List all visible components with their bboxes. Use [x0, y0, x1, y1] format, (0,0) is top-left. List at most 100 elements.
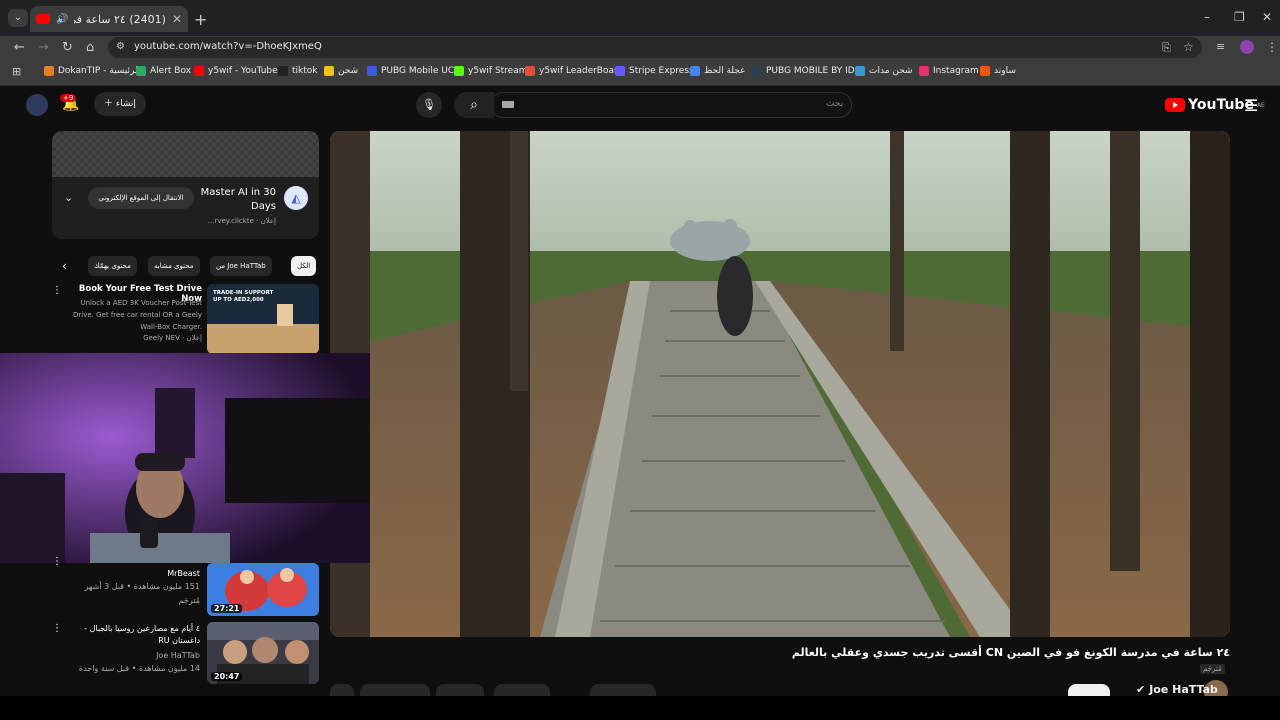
video-channel-text: Joe HaTTab — [156, 651, 200, 660]
tab-close-icon[interactable]: ✕ — [172, 12, 182, 26]
bookmark-item[interactable]: y5wif Stream — [454, 66, 528, 76]
tab-title: (2401) ٢٤ ساعة في مدرسة ال — [74, 12, 166, 26]
verified-icon: ✔ — [1136, 683, 1146, 696]
ad2-sponsor: إعلان · Geely NEV — [143, 334, 202, 342]
chip-from-channel[interactable]: من Joe HaTTab — [210, 256, 272, 276]
back-icon[interactable]: ← — [14, 40, 25, 55]
create-button[interactable]: ＋ إنشاء — [94, 92, 146, 116]
home-icon[interactable]: ⌂ — [86, 40, 94, 55]
video-thumbnail-1[interactable]: 27:21 — [207, 563, 319, 616]
bookmark-item[interactable]: شحن — [324, 66, 358, 76]
microphone-icon: 🎙 — [422, 98, 436, 111]
ad2-thumb-image — [207, 324, 319, 354]
video-title[interactable]: ٤ أيام مع مصارعين روسيا بالجبال - داغستا… — [60, 623, 200, 647]
browser-menu-icon[interactable]: ⋮ — [1266, 40, 1278, 54]
bookmark-label: Stripe Express — [629, 66, 694, 76]
bookmark-item[interactable]: y5wif LeaderBoard — [525, 66, 623, 76]
forward-icon[interactable]: → — [38, 40, 49, 55]
subtitles-badge: مُترجَم — [1200, 664, 1225, 674]
video-thumbnail-2[interactable]: 20:47 — [207, 622, 319, 684]
ad-visit-site-button[interactable]: الانتقال إلى الموقع الإلكتروني — [88, 187, 194, 209]
video-player[interactable] — [330, 131, 1230, 637]
bookmark-favicon-icon — [194, 66, 204, 76]
profile-avatar[interactable] — [1240, 40, 1254, 54]
ad-banner — [52, 131, 319, 177]
bottom-letterbox — [0, 696, 1280, 720]
bookmark-favicon-icon — [525, 66, 535, 76]
bookmark-label: شحن مدات — [869, 66, 913, 76]
search-input[interactable] — [490, 92, 852, 118]
channel-name[interactable]: ✔ Joe HaTTab — [1136, 683, 1218, 696]
site-info-icon[interactable]: ⚙ — [116, 41, 125, 52]
reload-icon[interactable]: ↻ — [62, 40, 73, 55]
search-icon: ⌕ — [470, 97, 478, 113]
bookmark-favicon-icon — [367, 66, 377, 76]
bookmark-label: Alert Box — [150, 66, 192, 76]
channel-name-text: Joe HaTTab — [1149, 683, 1218, 696]
video-channel[interactable]: MrBeast — [60, 569, 200, 578]
audio-playing-icon[interactable]: 🔊 — [56, 14, 68, 25]
media-controls-icon[interactable]: ≡ — [1216, 40, 1225, 53]
webcam-overlay — [0, 353, 370, 563]
bookmark-label: عجلة الحظ — [704, 66, 746, 76]
keyboard-icon[interactable] — [502, 101, 514, 108]
close-window-button[interactable]: ✕ — [1262, 10, 1272, 24]
chip-for-you[interactable]: محتوى يهمّك — [88, 256, 137, 276]
browser-tab-active[interactable]: 🔊 (2401) ٢٤ ساعة في مدرسة ال ✕ — [30, 6, 188, 32]
video-channel[interactable]: Joe HaTTab — [60, 651, 200, 660]
bookmark-item[interactable]: عجلة الحظ — [690, 66, 745, 76]
bookmark-item[interactable]: شحن مدات — [855, 66, 913, 76]
bookmark-item[interactable]: DokanTIP - الرئيسية — [44, 66, 140, 76]
more-options-icon[interactable]: ⋮ — [52, 556, 62, 567]
ad-logo-icon: ◭ — [284, 186, 308, 210]
video-duration: 20:47 — [211, 672, 243, 681]
bookmark-item[interactable]: PUBG MOBILE BY ID... — [752, 66, 863, 76]
tab-list-button[interactable]: ⌄ — [8, 9, 28, 27]
video-duration: 27:21 — [211, 604, 243, 613]
account-avatar[interactable] — [26, 94, 48, 116]
bookmark-label: tiktok — [292, 66, 318, 76]
bookmark-star-icon[interactable]: ☆ — [1183, 40, 1194, 54]
bookmark-label: ساوند — [994, 66, 1016, 76]
youtube-play-icon — [1165, 98, 1185, 112]
ad2-thumb-tower — [277, 304, 293, 326]
bookmark-item[interactable]: ساوند — [980, 66, 1016, 76]
video-channel-text: MrBeast — [167, 569, 200, 578]
install-app-icon[interactable]: ⎘ — [1162, 41, 1171, 55]
bookmark-item[interactable]: y5wif - YouTube — [194, 66, 278, 76]
bookmark-favicon-icon — [919, 66, 929, 76]
bookmark-favicon-icon — [690, 66, 700, 76]
ad-title: Master AI in 30 Days — [200, 187, 276, 212]
url-text[interactable]: youtube.com/watch?v=-DhoeKJxmeQ — [134, 41, 322, 52]
video-badge: مُترجَم — [178, 596, 200, 605]
bookmark-item[interactable]: tiktok — [278, 66, 318, 76]
chevron-left-icon[interactable]: ‹ — [62, 259, 67, 273]
voice-search-button[interactable]: 🎙 — [416, 92, 442, 118]
bookmark-favicon-icon — [324, 66, 334, 76]
new-tab-button[interactable]: + — [194, 10, 207, 29]
ad-sponsor: إعلان · rvey.clickte... — [207, 217, 276, 225]
chevron-down-icon[interactable]: ⌄ — [64, 191, 73, 204]
bookmark-item[interactable]: Stripe Express — [615, 66, 694, 76]
bookmark-item[interactable]: PUBG Mobile UC — [367, 66, 454, 76]
restore-button[interactable]: ❐ — [1234, 10, 1245, 24]
bookmark-label: شحن — [338, 66, 359, 76]
bookmark-favicon-icon — [454, 66, 464, 76]
bookmark-item[interactable]: Alert Box — [136, 66, 191, 76]
plus-icon: ＋ — [104, 99, 116, 109]
hamburger-menu-icon[interactable]: ☰ — [1244, 96, 1258, 115]
youtube-favicon-icon — [36, 14, 50, 24]
bookmark-favicon-icon — [278, 66, 288, 76]
search-button[interactable]: ⌕ — [454, 92, 494, 118]
chip-related[interactable]: محتوى مشابه — [148, 256, 200, 276]
bookmark-item[interactable]: Instagram — [919, 66, 979, 76]
chip-all[interactable]: الكل — [291, 256, 317, 276]
minimize-button[interactable]: – — [1204, 10, 1210, 24]
apps-grid-icon[interactable]: ⊞ — [12, 65, 21, 78]
bookmark-label: y5wif Stream — [468, 66, 528, 76]
ad2-thumbnail[interactable]: TRADE-IN SUPPORT UP TO AED2,000 — [207, 284, 319, 354]
bookmark-favicon-icon — [752, 66, 762, 76]
ad2-description: Unlock a AED 3K Voucher Post-Test Drive.… — [73, 299, 202, 331]
ad2-thumb-text: TRADE-IN SUPPORT UP TO AED2,000 — [213, 290, 274, 303]
video-frame — [330, 131, 1230, 637]
